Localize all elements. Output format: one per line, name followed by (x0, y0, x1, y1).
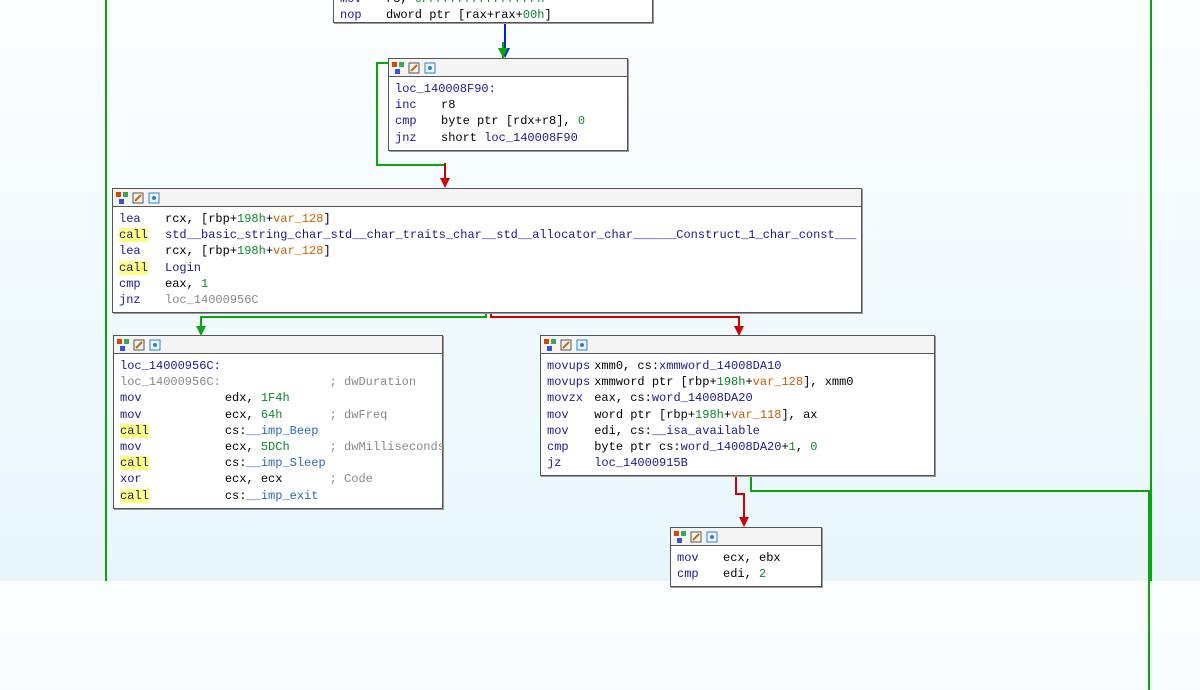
asm-line: cmpbyte ptr [rdx+r8], 0 (395, 113, 589, 129)
loc-label: loc_14000956C: (120, 358, 436, 374)
asm-line: incr8 (395, 97, 589, 113)
asm-line: callstd__basic_string_char_std__char_tra… (119, 227, 860, 243)
asm-line: learcx, [rbp+198h+var_128] (119, 243, 860, 259)
edge-e-f (735, 470, 795, 527)
asm-line: jnzshort loc_140008F90 (395, 130, 589, 146)
edit-icon (407, 61, 421, 75)
asm-line: jnzloc_14000956C (119, 292, 860, 308)
asm-line: movedx, 1F4h (120, 390, 449, 406)
asm-line: movecx, ebx (677, 550, 785, 566)
node-header (541, 336, 934, 354)
asm-line: learcx, [rbp+198h+var_128] (119, 211, 860, 227)
node-body: loc_14000956C:loc_14000956C:; dwDuration… (114, 354, 442, 508)
asm-line: callcs:__imp_Beep (120, 423, 449, 439)
asm-line: callcs:__imp_exit (120, 488, 449, 504)
asm-line: movr8, 0FFFFFFFFFFFFFFFFh (340, 0, 556, 7)
node-body: movecx, ebxcmpedi, 2 (671, 546, 821, 586)
edit-icon (559, 338, 573, 352)
edit-icon (689, 530, 703, 544)
node-header (113, 189, 861, 207)
node-body: learcx, [rbp+198h+var_128]callstd__basic… (113, 207, 861, 312)
asm-line: cmpedi, 2 (677, 566, 785, 582)
asm-line: nopdword ptr [rax+rax+00h] (340, 7, 556, 23)
settings-icon (423, 61, 437, 75)
node-body: movupsxmm0, cs:xmmword_14008DA10movupsxm… (541, 354, 934, 475)
asm-block-movups[interactable]: movupsxmm0, cs:xmmword_14008DA10movupsxm… (540, 335, 935, 476)
asm-line: movupsxmm0, cs:xmmword_14008DA10 (547, 358, 858, 374)
asm-line: xorecx, ecx; Code (120, 471, 449, 487)
graph-guide-left (105, 0, 107, 581)
settings-icon (575, 338, 589, 352)
asm-block-login[interactable]: learcx, [rbp+198h+var_128]callstd__basic… (112, 188, 862, 313)
edit-icon (131, 191, 145, 205)
asm-line: movword ptr [rbp+198h+var_118], ax (547, 407, 858, 423)
asm-block-loc-140008F90[interactable]: loc_140008F90:incr8cmpbyte ptr [rdx+r8],… (388, 58, 628, 151)
node-graph-icon (115, 191, 129, 205)
asm-block-loc-14000956C[interactable]: loc_14000956C:loc_14000956C:; dwDuration… (113, 335, 443, 509)
settings-icon (705, 530, 719, 544)
node-graph-icon (673, 530, 687, 544)
node-header (114, 336, 442, 354)
node-header (671, 528, 821, 546)
asm-line: cmpbyte ptr cs:word_14008DA20+1, 0 (547, 439, 858, 455)
asm-line: cmpeax, 1 (119, 276, 860, 292)
asm-line: jzloc_14000915B (547, 455, 858, 471)
node-graph-icon (116, 338, 130, 352)
node-header (389, 59, 627, 77)
asm-line: callcs:__imp_Sleep (120, 455, 449, 471)
loc-label: loc_140008F90: (395, 81, 621, 97)
settings-icon (147, 191, 161, 205)
node-body: loc_140008F90:incr8cmpbyte ptr [rdx+r8],… (389, 77, 627, 150)
settings-icon (148, 338, 162, 352)
asm-block-entry[interactable]: movr8, 0FFFFFFFFFFFFFFFFhnopdword ptr [r… (333, 0, 653, 23)
asm-line: movedi, cs:__isa_available (547, 423, 858, 439)
node-body: movr8, 0FFFFFFFFFFFFFFFFhnopdword ptr [r… (334, 0, 652, 25)
asm-line: movecx, 5DCh; dwMilliseconds (120, 439, 449, 455)
edit-icon (132, 338, 146, 352)
graph-guide-right (1150, 0, 1152, 581)
node-graph-icon (543, 338, 557, 352)
asm-line: loc_14000956C:; dwDuration (120, 374, 449, 390)
edge-b-c (440, 163, 450, 188)
asm-line: movupsxmmword ptr [rbp+198h+var_128], xm… (547, 374, 858, 390)
asm-line: movzxeax, cs:word_14008DA20 (547, 390, 858, 406)
node-graph-icon (391, 61, 405, 75)
asm-line: movecx, 64h; dwFreq (120, 407, 449, 423)
asm-block-small[interactable]: movecx, ebxcmpedi, 2 (670, 527, 822, 587)
asm-line: callLogin (119, 260, 860, 276)
